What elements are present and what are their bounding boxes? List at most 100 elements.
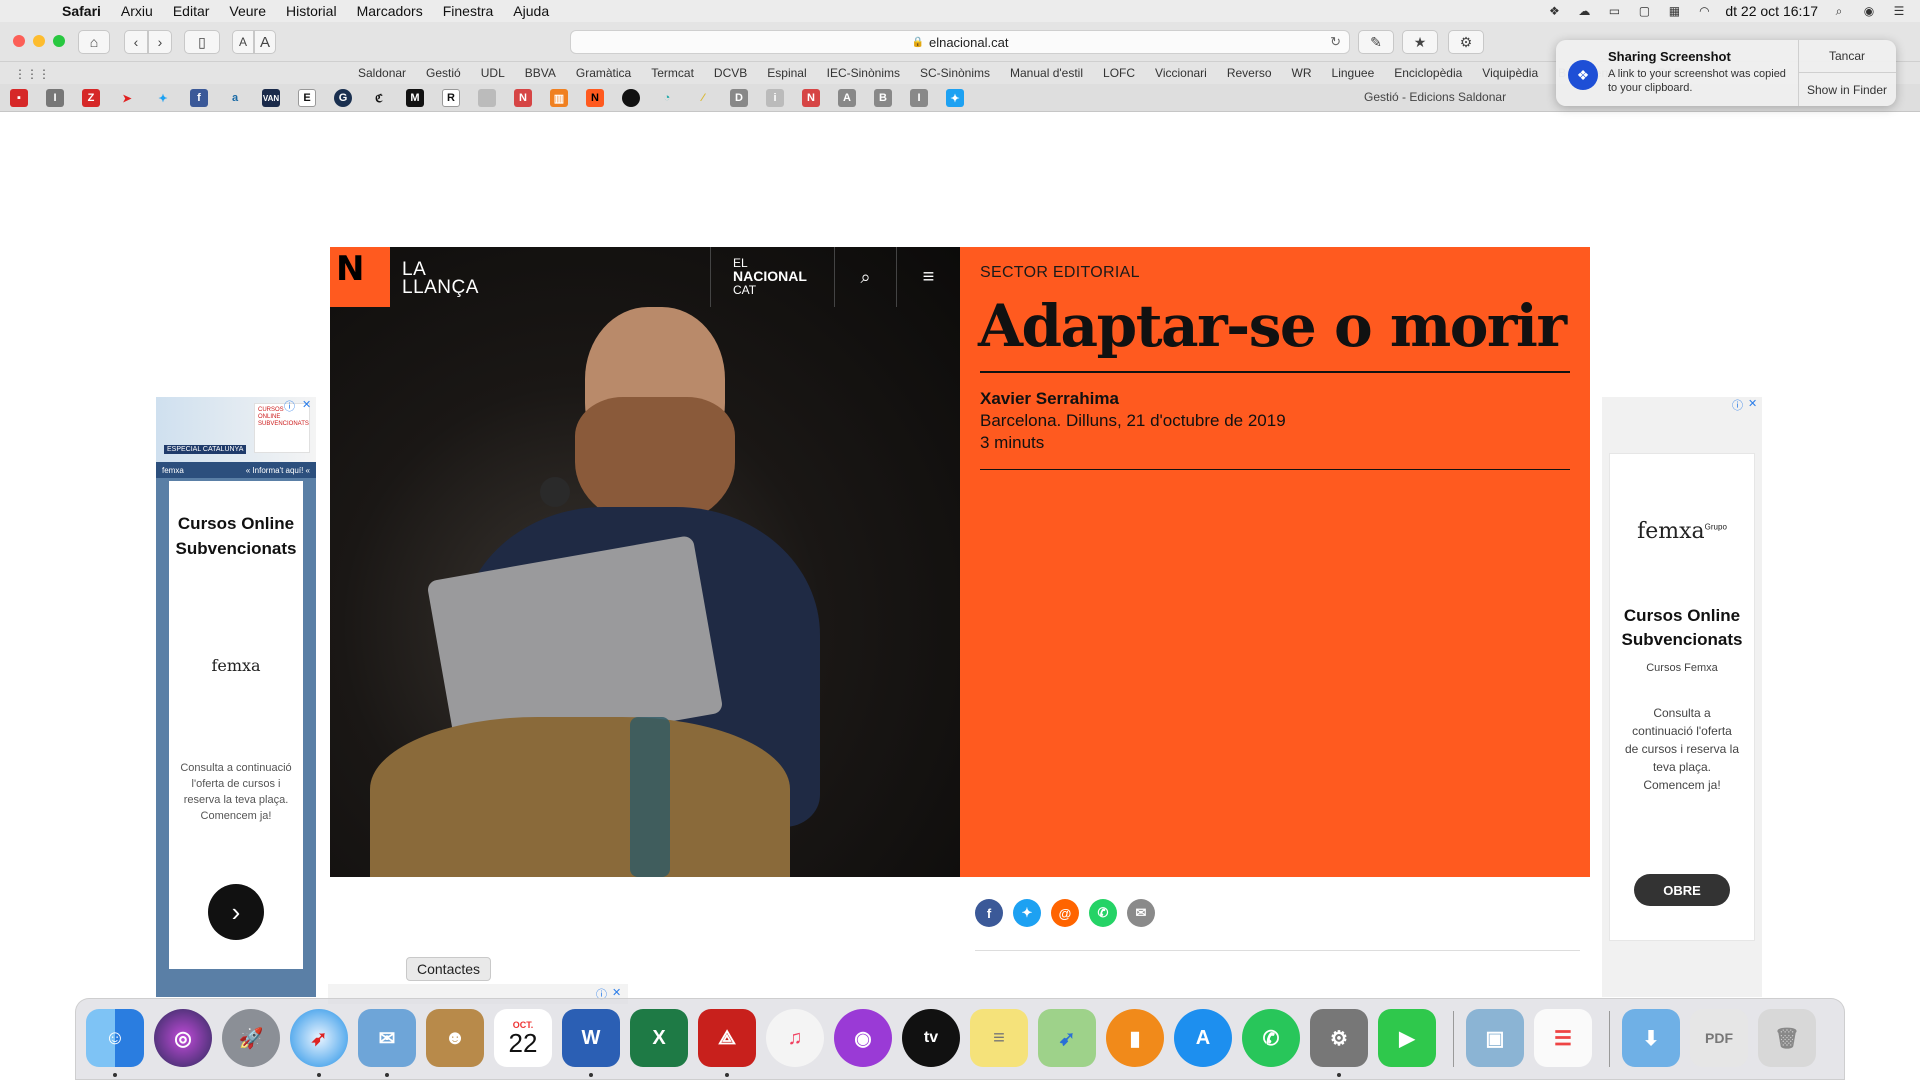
favorite-link[interactable]: Viccionari	[1145, 66, 1217, 80]
favorite-link[interactable]: Espinal	[757, 66, 816, 80]
books-icon[interactable]: ▮	[1106, 1009, 1164, 1067]
trash-icon[interactable]: 🗑	[1758, 1009, 1816, 1067]
menu-historial[interactable]: Historial	[276, 3, 347, 19]
cloud-icon[interactable]: ☁	[1575, 4, 1593, 18]
mail-icon[interactable]: ✉	[358, 1009, 416, 1067]
facebook-icon[interactable]: f	[975, 899, 1003, 927]
bookmark-icon-11[interactable]: ℭ	[370, 89, 388, 107]
screenshot-notification[interactable]: ❖ Sharing Screenshot A link to your scre…	[1556, 40, 1896, 106]
minimize-window-button[interactable]	[33, 35, 45, 47]
ad-close-icon[interactable]: ✕	[302, 398, 311, 411]
bookmark-icon-24[interactable]: A	[838, 89, 856, 107]
favorite-link[interactable]: Enciclopèdia	[1384, 66, 1472, 80]
notification-close-button[interactable]: Tancar	[1798, 40, 1896, 73]
apple-tv-icon[interactable]: tv	[902, 1009, 960, 1067]
ad-left-arrow-button[interactable]: ›	[208, 884, 264, 940]
brand-name[interactable]: LA LLANÇA	[402, 260, 479, 297]
bookmark-icon-12[interactable]: M	[406, 89, 424, 107]
favorite-link[interactable]: SC-Sinònims	[910, 66, 1000, 80]
author-name[interactable]: Xavier Serrahima	[980, 389, 1119, 409]
bookmark-icon-21[interactable]: D	[730, 89, 748, 107]
favorite-link[interactable]: Gramàtica	[566, 66, 641, 80]
email-icon[interactable]: ✉	[1127, 899, 1155, 927]
bookmark-icon-4[interactable]: ➤	[118, 89, 136, 107]
adchoices-icon[interactable]: ⓘ	[284, 398, 295, 414]
section-label[interactable]: SECTOR EDITORIAL	[980, 264, 1140, 282]
ad-close-icon[interactable]: ✕	[1748, 397, 1757, 410]
bookmark-icon-25[interactable]: B	[874, 89, 892, 107]
notification-show-finder-button[interactable]: Show in Finder	[1798, 73, 1896, 106]
menu-finestra[interactable]: Finestra	[433, 3, 504, 19]
siri-icon[interactable]: ◎	[154, 1009, 212, 1067]
facebook-bookmark-icon[interactable]: f	[190, 89, 208, 107]
clock[interactable]: dt 22 oct 16:17	[1725, 3, 1818, 19]
twitter-bookmark-icon[interactable]: ✦	[154, 89, 172, 107]
bookmark-icon-18[interactable]	[622, 89, 640, 107]
search-button[interactable]: ⌕	[835, 247, 897, 307]
dropbox-icon[interactable]: ❖	[1545, 4, 1563, 18]
forward-button[interactable]: ›	[148, 30, 172, 54]
bookmark-icon-8[interactable]: VAN	[262, 89, 280, 107]
podcasts-icon[interactable]: ◉	[834, 1009, 892, 1067]
text-smaller-button[interactable]: A	[232, 30, 254, 54]
music-icon[interactable]: ♫	[766, 1009, 824, 1067]
twitter-icon[interactable]: ✦	[1013, 899, 1041, 927]
tab-title[interactable]: Gestió - Edicions Saldonar	[1364, 90, 1506, 104]
favorite-link[interactable]: Reverso	[1217, 66, 1282, 80]
facetime-icon[interactable]: ▶	[1378, 1009, 1436, 1067]
bookmark-icon-22[interactable]: i	[766, 89, 784, 107]
safari-icon[interactable]: ➶	[290, 1009, 348, 1067]
menu-editar[interactable]: Editar	[163, 3, 220, 19]
word-icon[interactable]: W	[562, 1009, 620, 1067]
brand-logo[interactable]: N	[330, 247, 390, 307]
bookmark-icon-1[interactable]: ▪	[10, 89, 28, 107]
reload-icon[interactable]: ↻	[1330, 34, 1341, 50]
siri-menu-icon[interactable]: ◉	[1860, 4, 1878, 18]
notes-icon[interactable]: ≡	[970, 1009, 1028, 1067]
favorite-link[interactable]: Termcat	[641, 66, 704, 80]
grid-icon[interactable]: ⋮⋮⋮	[14, 67, 50, 81]
zoom-window-button[interactable]	[53, 35, 65, 47]
ad-right-open-button[interactable]: OBRE	[1634, 874, 1730, 906]
ad-left-bar-cta[interactable]: « Informa't aquí! «	[246, 466, 310, 475]
menu-arxiu[interactable]: Arxiu	[111, 3, 163, 19]
meneame-icon[interactable]: @	[1051, 899, 1079, 927]
bookmark-extension-button[interactable]: ★	[1402, 30, 1438, 54]
annotate-button[interactable]: ✎	[1358, 30, 1394, 54]
bookmark-icon-10[interactable]: G	[334, 89, 352, 107]
menu-ajuda[interactable]: Ajuda	[503, 3, 559, 19]
menu-marcadors[interactable]: Marcadors	[347, 3, 433, 19]
left-advertisement[interactable]: CURSOS ONLINE SUBVENCIONATS ESPECIAL CAT…	[156, 397, 316, 997]
menu-veure[interactable]: Veure	[219, 3, 276, 19]
bookmark-icon-20[interactable]: ⁄	[694, 89, 712, 107]
preview-icon[interactable]: ▣	[1466, 1009, 1524, 1067]
bookmark-icon-15[interactable]: N	[514, 89, 532, 107]
menu-button[interactable]: ≡	[897, 247, 960, 307]
favorite-link[interactable]: Gestió	[416, 66, 471, 80]
favorite-link[interactable]: IEC-Sinònims	[817, 66, 910, 80]
finder-icon[interactable]: ☺	[86, 1009, 144, 1067]
adchoices-icon[interactable]: ⓘ	[1732, 397, 1743, 413]
ad-left-card[interactable]: Cursos Online Subvencionats femxa Consul…	[169, 481, 303, 969]
maps-icon[interactable]: ➹	[1038, 1009, 1096, 1067]
app-store-icon[interactable]: A	[1174, 1009, 1232, 1067]
bookmark-icon-16[interactable]: ▥	[550, 89, 568, 107]
close-window-button[interactable]	[13, 35, 25, 47]
favorite-link[interactable]: Saldonar	[348, 66, 416, 80]
spotlight-icon[interactable]: ⌕	[1830, 4, 1848, 18]
favorite-link[interactable]: DCVB	[704, 66, 757, 80]
reminders-icon[interactable]: ☰	[1534, 1009, 1592, 1067]
favorite-link[interactable]: Viquipèdia	[1472, 66, 1548, 80]
airplay-icon[interactable]: ▢	[1635, 4, 1653, 18]
favorite-link[interactable]: BBVA	[515, 66, 566, 80]
favorite-link[interactable]: UDL	[471, 66, 515, 80]
favorite-link[interactable]: LOFC	[1093, 66, 1145, 80]
menu-app[interactable]: Safari	[52, 3, 111, 19]
favorite-link[interactable]: WR	[1282, 66, 1322, 80]
text-larger-button[interactable]: A	[254, 30, 276, 54]
excel-icon[interactable]: X	[630, 1009, 688, 1067]
whatsapp-icon[interactable]: ✆	[1089, 899, 1117, 927]
sidebar-button[interactable]: ▯	[184, 30, 220, 54]
bookmark-icon-13[interactable]: R	[442, 89, 460, 107]
system-preferences-icon[interactable]: ⚙	[1310, 1009, 1368, 1067]
